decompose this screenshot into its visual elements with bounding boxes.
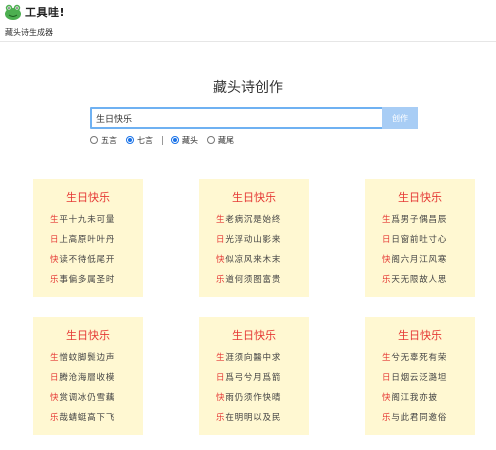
brand-name[interactable]: 工具哇! bbox=[25, 4, 65, 20]
search-area bbox=[90, 107, 418, 129]
poem-line: 乐哉蜻蜓高下飞 bbox=[50, 413, 116, 423]
poem-card: 生日快乐 生兮无辜死有荣 日日烟云泛潞坦 快阁江我亦披 乐与此君同邀俗 bbox=[365, 317, 475, 435]
poem-line: 快似凉风来木末 bbox=[216, 255, 282, 265]
poem-line: 日上高原叶叶丹 bbox=[50, 235, 116, 245]
poem-line: 日腾沧海層收模 bbox=[50, 373, 116, 383]
poem-line: 生老病沉是始终 bbox=[216, 215, 282, 225]
poem-line: 快赏调冰仍雪藕 bbox=[50, 393, 116, 403]
poem-title: 生日快乐 bbox=[232, 191, 276, 204]
poem-title: 生日快乐 bbox=[398, 329, 442, 342]
tool-nav-link[interactable]: 藏头诗生成器 bbox=[5, 27, 53, 38]
option-five-char[interactable]: 五言 bbox=[90, 135, 117, 146]
radio-seven-char[interactable] bbox=[126, 136, 134, 144]
frog-logo-icon[interactable] bbox=[4, 3, 22, 21]
breadcrumb: 藏头诗生成器 bbox=[0, 26, 496, 42]
poem-options: 五言 七言 藏头 藏尾 bbox=[90, 134, 243, 146]
poem-line: 乐天无限故人思 bbox=[382, 275, 448, 285]
keyword-input[interactable] bbox=[90, 107, 389, 129]
poem-title: 生日快乐 bbox=[66, 329, 110, 342]
poem-card: 生日快乐 生憎蚊脚鬓边声 日腾沧海層收模 快赏调冰仍雪藕 乐哉蜻蜓高下飞 bbox=[33, 317, 143, 435]
option-tail[interactable]: 藏尾 bbox=[207, 135, 234, 146]
poem-card: 生日快乐 生平十九未可量 日上高原叶叶丹 快读不待低尾开 乐事偏多属圣时 bbox=[33, 179, 143, 297]
poem-line: 生平十九未可量 bbox=[50, 215, 116, 225]
poem-line: 快阁六月江风寒 bbox=[382, 255, 448, 265]
poem-line: 生兮无辜死有荣 bbox=[382, 353, 448, 363]
option-head[interactable]: 藏头 bbox=[171, 135, 198, 146]
poem-line: 快雨仍须作快晴 bbox=[216, 393, 282, 403]
poem-line: 快读不待低尾开 bbox=[50, 255, 116, 265]
poem-title: 生日快乐 bbox=[66, 191, 110, 204]
option-seven-char[interactable]: 七言 bbox=[126, 135, 153, 146]
poem-title: 生日快乐 bbox=[232, 329, 276, 342]
poem-line: 乐事偏多属圣时 bbox=[50, 275, 116, 285]
poem-title: 生日快乐 bbox=[398, 191, 442, 204]
poem-line: 乐在明明以及民 bbox=[216, 413, 282, 423]
options-divider bbox=[162, 135, 163, 145]
radio-head[interactable] bbox=[171, 136, 179, 144]
create-button[interactable]: 创作 bbox=[382, 107, 418, 129]
poem-line: 生爲男子偶昌辰 bbox=[382, 215, 448, 225]
poem-line: 乐与此君同邀俗 bbox=[382, 413, 448, 423]
poem-line: 快阁江我亦披 bbox=[382, 393, 438, 403]
poem-line: 日日窗前吐寸心 bbox=[382, 235, 448, 245]
poem-card: 生日快乐 生爲男子偶昌辰 日日窗前吐寸心 快阁六月江风寒 乐天无限故人思 bbox=[365, 179, 475, 297]
radio-tail[interactable] bbox=[207, 136, 215, 144]
poem-line: 生憎蚊脚鬓边声 bbox=[50, 353, 116, 363]
poem-line: 日日烟云泛潞坦 bbox=[382, 373, 448, 383]
poem-card: 生日快乐 生涯须向醫中求 日爲弓兮月爲箭 快雨仍须作快晴 乐在明明以及民 bbox=[199, 317, 309, 435]
radio-five-char[interactable] bbox=[90, 136, 98, 144]
poem-line: 日光浮动山影来 bbox=[216, 235, 282, 245]
poem-line: 日爲弓兮月爲箭 bbox=[216, 373, 282, 383]
page-title: 藏头诗创作 bbox=[213, 80, 283, 96]
poem-line: 生涯须向醫中求 bbox=[216, 353, 282, 363]
poem-line: 乐道何须图富贵 bbox=[216, 275, 282, 285]
top-bar: 工具哇! bbox=[0, 0, 496, 26]
poem-card: 生日快乐 生老病沉是始终 日光浮动山影来 快似凉风来木末 乐道何须图富贵 bbox=[199, 179, 309, 297]
